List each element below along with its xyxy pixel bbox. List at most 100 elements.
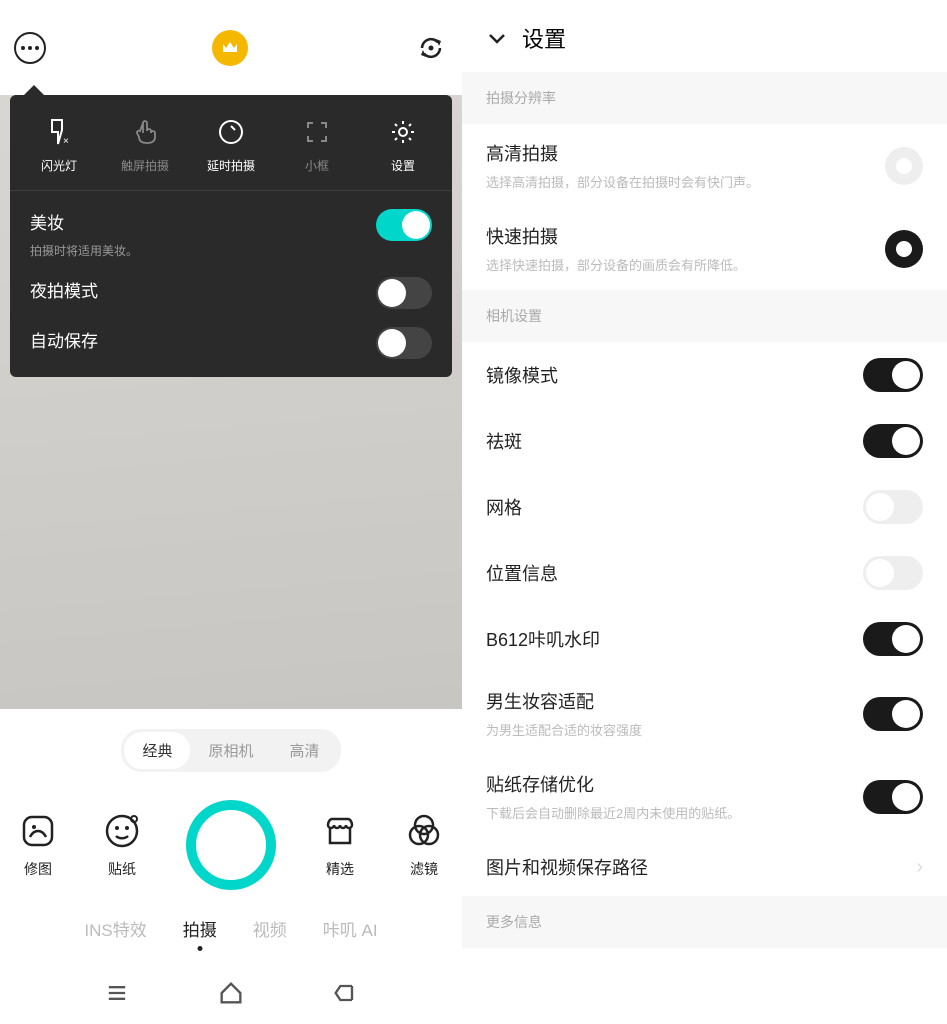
quick-settings-panel: × 闪光灯 触屏拍摄 延时拍摄 小框 设置 美妆 拍摄 bbox=[10, 95, 452, 377]
shop-icon bbox=[320, 811, 360, 851]
setting-title: 高清拍摄 bbox=[486, 140, 885, 166]
gear-icon bbox=[390, 119, 416, 145]
settings-button[interactable]: 设置 bbox=[360, 117, 446, 174]
panel-item-label: 延时拍摄 bbox=[207, 157, 255, 174]
setting-title: 图片和视频保存路径 bbox=[486, 854, 916, 880]
autosave-toggle-row: 自动保存 bbox=[10, 309, 452, 359]
timer-icon bbox=[218, 119, 244, 145]
beauty-toggle-row: 美妆 拍摄时将适用美妆。 bbox=[10, 191, 452, 259]
male-beauty-row[interactable]: 男生妆容适配 为男生适配合适的妆容强度 bbox=[462, 672, 947, 755]
pill-classic[interactable]: 经典 bbox=[124, 732, 190, 769]
mode-video[interactable]: 视频 bbox=[253, 916, 287, 941]
setting-sub: 选择高清拍摄，部分设备在拍摄时会有快门声。 bbox=[486, 172, 885, 191]
more-button[interactable] bbox=[14, 32, 46, 64]
back-icon[interactable] bbox=[331, 979, 359, 1007]
settings-header[interactable]: 设置 bbox=[462, 0, 947, 72]
hd-radio[interactable] bbox=[885, 147, 923, 185]
settings-screen: 设置 拍摄分辨率 高清拍摄 选择高清拍摄，部分设备在拍摄时会有快门声。 快速拍摄… bbox=[462, 0, 947, 1024]
svg-text:×: × bbox=[63, 136, 69, 146]
hd-capture-row[interactable]: 高清拍摄 选择高清拍摄，部分设备在拍摄时会有快门声。 bbox=[462, 124, 947, 207]
shutter-button[interactable] bbox=[186, 800, 276, 890]
crown-icon bbox=[221, 41, 239, 55]
chevron-down-icon bbox=[486, 27, 508, 49]
male-beauty-toggle[interactable] bbox=[863, 697, 923, 731]
sticker-icon bbox=[102, 811, 142, 851]
timer-button[interactable]: 延时拍摄 bbox=[188, 117, 274, 174]
pill-hd[interactable]: 高清 bbox=[272, 732, 338, 769]
setting-title: 位置信息 bbox=[486, 560, 863, 586]
setting-sub: 为男生适配合适的妆容强度 bbox=[486, 720, 863, 739]
setting-title: 男生妆容适配 bbox=[486, 688, 863, 714]
switch-camera-button[interactable] bbox=[414, 31, 448, 65]
action-label: 滤镜 bbox=[410, 859, 438, 879]
watermark-toggle[interactable] bbox=[863, 622, 923, 656]
fast-capture-row[interactable]: 快速拍摄 选择快速拍摄，部分设备的画质会有所降低。 bbox=[462, 207, 947, 290]
autosave-toggle[interactable] bbox=[376, 327, 432, 359]
mode-ins[interactable]: INS特效 bbox=[84, 916, 146, 941]
blemish-row[interactable]: 祛斑 bbox=[462, 408, 947, 474]
location-toggle[interactable] bbox=[863, 556, 923, 590]
section-resolution: 拍摄分辨率 bbox=[462, 72, 947, 124]
more-icon bbox=[21, 46, 39, 50]
setting-title: 网格 bbox=[486, 494, 863, 520]
night-toggle[interactable] bbox=[376, 277, 432, 309]
mirror-toggle[interactable] bbox=[863, 358, 923, 392]
quality-pills: 经典 原相机 高清 bbox=[0, 729, 462, 772]
hand-icon bbox=[133, 119, 157, 145]
location-row[interactable]: 位置信息 bbox=[462, 540, 947, 606]
filter-button[interactable]: 滤镜 bbox=[404, 811, 444, 879]
rotate-icon bbox=[416, 33, 446, 63]
menu-icon[interactable] bbox=[103, 979, 131, 1007]
frame-button[interactable]: 小框 bbox=[274, 117, 360, 174]
beauty-toggle[interactable] bbox=[376, 209, 432, 241]
premium-button[interactable] bbox=[212, 30, 248, 66]
mirror-row[interactable]: 镜像模式 bbox=[462, 342, 947, 408]
flash-icon: × bbox=[48, 118, 70, 146]
bottom-controls: 经典 原相机 高清 修图 贴纸 精选 滤镜 bbox=[0, 709, 462, 1024]
watermark-row[interactable]: B612咔叽水印 bbox=[462, 606, 947, 672]
top-bar bbox=[0, 0, 462, 95]
setting-title: 快速拍摄 bbox=[486, 223, 885, 249]
mode-tabs: INS特效 拍摄 视频 咔叽 AI bbox=[0, 916, 462, 941]
save-path-row[interactable]: 图片和视频保存路径 › bbox=[462, 838, 947, 896]
filter-icon bbox=[404, 811, 444, 851]
mode-photo[interactable]: 拍摄 bbox=[183, 916, 217, 941]
pill-original[interactable]: 原相机 bbox=[190, 732, 271, 769]
sticker-button[interactable]: 贴纸 bbox=[102, 811, 142, 879]
panel-item-label: 触屏拍摄 bbox=[121, 157, 169, 174]
android-navbar bbox=[0, 979, 462, 1007]
sticker-storage-row[interactable]: 贴纸存储优化 下载后会自动删除最近2周内未使用的贴纸。 bbox=[462, 755, 947, 838]
grid-toggle[interactable] bbox=[863, 490, 923, 524]
action-label: 贴纸 bbox=[108, 859, 136, 879]
panel-item-label: 闪光灯 bbox=[41, 157, 77, 174]
panel-icons-row: × 闪光灯 触屏拍摄 延时拍摄 小框 设置 bbox=[10, 95, 452, 191]
edit-button[interactable]: 修图 bbox=[18, 811, 58, 879]
setting-sub: 选择快速拍摄，部分设备的画质会有所降低。 bbox=[486, 255, 885, 274]
mode-ai[interactable]: 咔叽 AI bbox=[323, 916, 378, 941]
setting-title: 贴纸存储优化 bbox=[486, 771, 863, 797]
chevron-right-icon: › bbox=[916, 856, 923, 879]
edit-icon bbox=[18, 811, 58, 851]
panel-item-label: 设置 bbox=[391, 157, 415, 174]
settings-title: 设置 bbox=[522, 22, 566, 54]
home-icon[interactable] bbox=[217, 979, 245, 1007]
setting-title: 祛斑 bbox=[486, 428, 863, 454]
touch-shoot-button[interactable]: 触屏拍摄 bbox=[102, 117, 188, 174]
section-camera: 相机设置 bbox=[462, 290, 947, 342]
setting-title: 镜像模式 bbox=[486, 362, 863, 388]
toggle-title: 美妆 bbox=[30, 209, 138, 234]
toggle-title: 夜拍模式 bbox=[30, 277, 98, 302]
toggle-sub: 拍摄时将适用美妆。 bbox=[30, 242, 138, 259]
night-toggle-row: 夜拍模式 bbox=[10, 259, 452, 309]
panel-item-label: 小框 bbox=[305, 157, 329, 174]
fast-radio[interactable] bbox=[885, 230, 923, 268]
flash-button[interactable]: × 闪光灯 bbox=[16, 117, 102, 174]
featured-button[interactable]: 精选 bbox=[320, 811, 360, 879]
frame-icon bbox=[305, 120, 329, 144]
sticker-storage-toggle[interactable] bbox=[863, 780, 923, 814]
blemish-toggle[interactable] bbox=[863, 424, 923, 458]
grid-row[interactable]: 网格 bbox=[462, 474, 947, 540]
action-label: 修图 bbox=[24, 859, 52, 879]
setting-title: B612咔叽水印 bbox=[486, 626, 863, 652]
toggle-title: 自动保存 bbox=[30, 327, 98, 352]
